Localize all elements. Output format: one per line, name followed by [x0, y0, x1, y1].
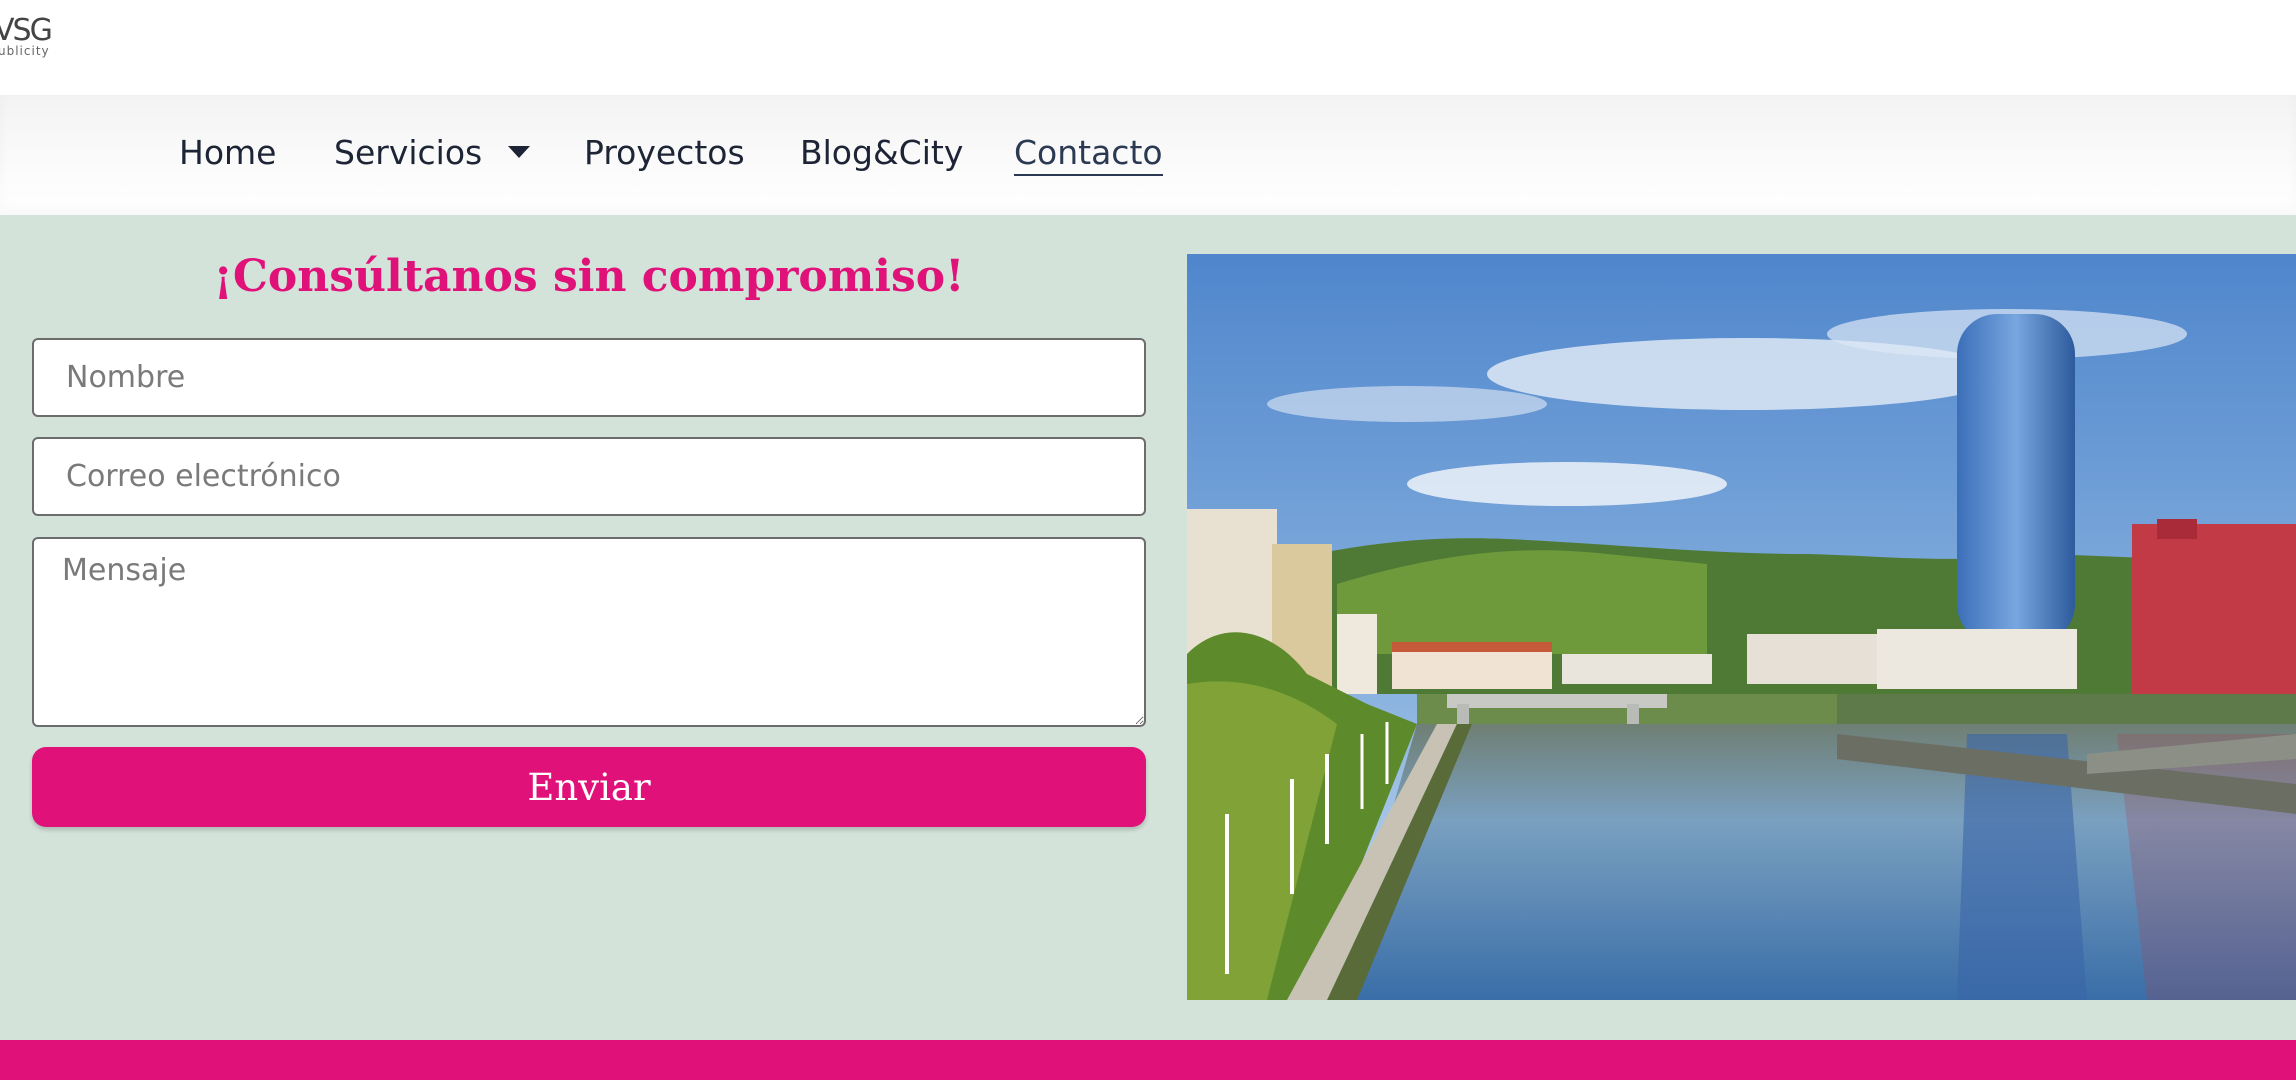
logo-subtitle: ublicity [0, 44, 50, 58]
send-button[interactable]: Enviar [32, 747, 1146, 827]
form-heading: ¡Consúltanos sin compromiso! [213, 251, 965, 302]
footer-band [0, 1040, 2296, 1080]
nav-proyectos-link[interactable]: Proyectos [584, 133, 745, 172]
city-illustration [1187, 254, 2296, 1000]
city-photo [1187, 254, 2296, 1000]
chevron-down-icon[interactable] [508, 145, 531, 158]
nav-servicios-link[interactable]: Servicios [334, 133, 531, 172]
logo-mark: VSG [0, 13, 53, 48]
message-textarea[interactable] [32, 537, 1146, 727]
name-input[interactable] [32, 338, 1146, 417]
nav-contacto-link[interactable]: Contacto [1014, 133, 1163, 176]
top-bar: VSG ublicity [0, 0, 2296, 95]
nav-blog-link[interactable]: Blog&City [800, 133, 963, 172]
nav-home-link[interactable]: Home [179, 133, 276, 172]
site-logo[interactable]: VSG ublicity [0, 14, 64, 60]
contact-section: ¡Consúltanos sin compromiso! Enviar [0, 215, 2296, 1040]
email-input[interactable] [32, 437, 1146, 516]
nav-servicios-label: Servicios [334, 133, 483, 172]
main-navigation: Home Servicios Proyectos Blog&City Conta… [0, 95, 2296, 215]
